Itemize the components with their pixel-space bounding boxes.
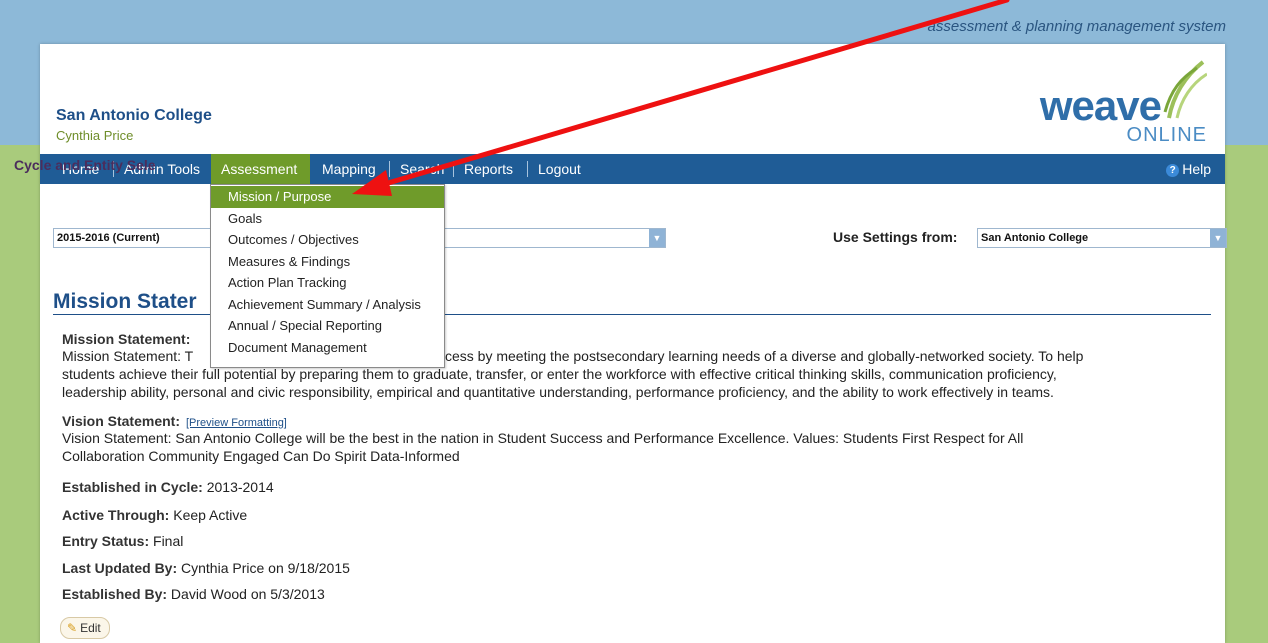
mission-text-start: Mission Statement: T <box>62 348 194 364</box>
section-title: Mission Stater <box>53 290 197 313</box>
edit-button[interactable]: ✎ Edit <box>60 617 110 639</box>
last-updated-label: Last Updated By: <box>62 560 178 576</box>
college-name: San Antonio College <box>56 107 212 124</box>
logo-wordmark: weave <box>1039 82 1162 129</box>
active-through-label: Active Through: <box>62 507 170 523</box>
edit-label: Edit <box>80 621 101 635</box>
main-nav: Home Admin Tools Assessment Mapping Sear… <box>40 154 1225 184</box>
menu-item-mission-purpose[interactable]: Mission / Purpose <box>211 186 444 208</box>
menu-item-achievement[interactable]: Achievement Summary / Analysis <box>211 294 444 316</box>
nav-logout[interactable]: Logout <box>528 154 591 184</box>
logo-online-text: ONLINE <box>1126 124 1207 146</box>
active-through-value: Keep Active <box>173 507 248 523</box>
mission-text-cont: cess by meeting the postsecondary learni… <box>445 348 1084 364</box>
mission-heading: Mission Statement: <box>62 331 191 347</box>
vision-text-line1: Vision Statement: San Antonio College wi… <box>62 430 1024 446</box>
mission-text-line2: students achieve their full potential by… <box>62 366 1057 382</box>
chevron-down-icon[interactable]: ▼ <box>1210 229 1226 247</box>
established-by-label: Established By: <box>62 586 168 602</box>
chevron-down-icon[interactable]: ▼ <box>649 229 665 247</box>
vision-text-line2: Collaboration Community Engaged Can Do S… <box>62 448 460 464</box>
nav-reports[interactable]: Reports <box>454 154 523 184</box>
weave-online-logo: weave ONLINE <box>1011 60 1211 146</box>
settings-select-value: San Antonio College <box>981 232 1089 244</box>
assessment-dropdown-menu: Mission / Purpose Goals Outcomes / Objec… <box>210 184 445 368</box>
menu-item-action-plan[interactable]: Action Plan Tracking <box>211 272 444 294</box>
settings-label: Use Settings from: <box>833 229 958 245</box>
help-icon: ? <box>1166 164 1180 177</box>
user-name: Cynthia Price <box>56 128 134 143</box>
nav-mapping[interactable]: Mapping <box>312 154 386 184</box>
entry-status-label: Entry Status: <box>62 533 150 549</box>
vision-heading: Vision Statement: <box>62 413 180 429</box>
settings-select[interactable]: San Antonio College ▼ <box>977 228 1227 248</box>
established-value: 2013-2014 <box>206 479 274 495</box>
last-updated-value: Cynthia Price on 9/18/2015 <box>181 560 350 576</box>
weave-leaf-icon <box>1163 60 1207 119</box>
help-label: Help <box>1182 161 1211 177</box>
nav-search[interactable]: Search <box>390 154 454 184</box>
menu-item-measures[interactable]: Measures & Findings <box>211 251 444 273</box>
app-tagline: assessment & planning management system <box>927 18 1226 35</box>
pencil-icon: ✎ <box>67 621 78 635</box>
preview-formatting-link[interactable]: [Preview Formatting] <box>186 417 287 429</box>
established-by-value: David Wood on 5/3/2013 <box>170 586 325 602</box>
help-link[interactable]: ? Help <box>1166 154 1211 184</box>
nav-assessment[interactable]: Assessment <box>211 154 310 184</box>
menu-item-goals[interactable]: Goals <box>211 208 444 230</box>
cycle-select-value: 2015-2016 (Current) <box>57 232 160 244</box>
entry-status-value: Final <box>153 533 184 549</box>
menu-item-documents[interactable]: Document Management <box>211 337 444 359</box>
mission-text-line3: leadership ability, personal and civic r… <box>62 384 1054 400</box>
established-label: Established in Cycle: <box>62 479 203 495</box>
menu-item-annual[interactable]: Annual / Special Reporting <box>211 315 444 337</box>
cycle-entity-label: Cycle and Entity Sele <box>14 157 156 173</box>
menu-item-outcomes[interactable]: Outcomes / Objectives <box>211 229 444 251</box>
